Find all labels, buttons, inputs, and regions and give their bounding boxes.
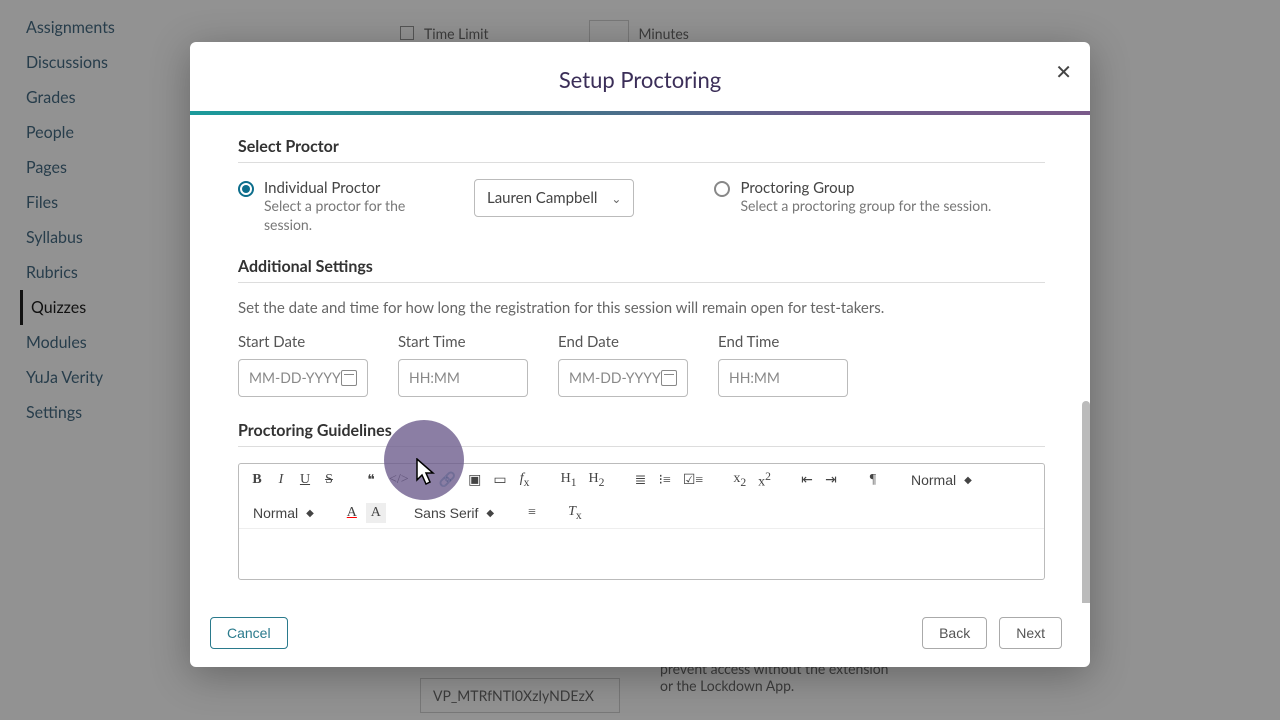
text-color-icon[interactable]: A xyxy=(342,503,362,523)
modal-scrollbar[interactable] xyxy=(1082,401,1090,603)
image-icon[interactable]: ▣ xyxy=(464,470,485,491)
guidelines-heading: Proctoring Guidelines xyxy=(238,421,1045,440)
rte-toolbar: B I U S ❝ </> 🔗 ▣ ▭ fx H1 H2 ≣ xyxy=(239,464,1044,529)
proctor-select[interactable]: Lauren Campbell ⌄ xyxy=(474,179,634,217)
radio-group[interactable] xyxy=(714,181,730,197)
close-icon[interactable]: ✕ xyxy=(1055,60,1072,85)
end-date-placeholder: MM-DD-YYYY xyxy=(569,369,661,386)
outdent-icon[interactable]: ⇤ xyxy=(797,470,817,491)
next-button[interactable]: Next xyxy=(999,617,1062,649)
calendar-icon[interactable] xyxy=(661,370,677,386)
proctor-selected-value: Lauren Campbell xyxy=(487,189,597,207)
font-select[interactable]: Sans Serif ◆ xyxy=(408,503,500,523)
divider xyxy=(238,162,1045,163)
chevron-down-icon: ⌄ xyxy=(611,191,621,206)
additional-help-text: Set the date and time for how long the r… xyxy=(238,299,1045,317)
style-select[interactable]: Normal ◆ xyxy=(247,503,320,523)
modal-title: Setup Proctoring xyxy=(190,66,1090,93)
individual-sub: Select a proctor for the session. xyxy=(264,197,444,235)
start-time-placeholder: HH:MM xyxy=(409,369,460,386)
align-icon[interactable]: ≡ xyxy=(522,503,542,523)
rte-content-area[interactable] xyxy=(239,529,1044,579)
guidelines-editor[interactable]: B I U S ❝ </> 🔗 ▣ ▭ fx H1 H2 ≣ xyxy=(238,463,1045,580)
start-time-label: Start Time xyxy=(398,333,528,351)
indent-icon[interactable]: ⇥ xyxy=(821,470,841,491)
start-date-field: Start Date MM-DD-YYYY xyxy=(238,333,368,397)
bold-icon[interactable]: B xyxy=(247,470,267,490)
divider xyxy=(238,446,1045,447)
divider xyxy=(238,282,1045,283)
end-time-placeholder: HH:MM xyxy=(729,369,780,386)
setup-proctoring-modal: Setup Proctoring ✕ Select Proctor Indivi… xyxy=(190,42,1090,667)
start-time-field: Start Time HH:MM xyxy=(398,333,528,397)
h2-icon[interactable]: H2 xyxy=(585,469,609,491)
end-date-label: End Date xyxy=(558,333,688,351)
group-label: Proctoring Group xyxy=(740,179,991,197)
individual-proctor-option[interactable]: Individual Proctor Select a proctor for … xyxy=(238,179,444,235)
cancel-button[interactable]: Cancel xyxy=(210,617,288,649)
strike-icon[interactable]: S xyxy=(319,470,339,490)
bullet-list-icon[interactable]: ⁝≡ xyxy=(655,470,675,491)
modal-body: Select Proctor Individual Proctor Select… xyxy=(190,115,1090,603)
end-time-input[interactable]: HH:MM xyxy=(718,359,848,397)
end-date-input[interactable]: MM-DD-YYYY xyxy=(558,359,688,397)
underline-icon[interactable]: U xyxy=(295,470,315,490)
check-list-icon[interactable]: ☑≡ xyxy=(679,470,707,491)
cursor-icon xyxy=(416,458,438,486)
end-time-label: End Time xyxy=(718,333,848,351)
select-proctor-heading: Select Proctor xyxy=(238,137,1045,156)
formula-icon[interactable]: fx xyxy=(515,469,535,491)
start-date-input[interactable]: MM-DD-YYYY xyxy=(238,359,368,397)
individual-label: Individual Proctor xyxy=(264,179,444,197)
bg-color-icon[interactable]: A xyxy=(366,503,386,523)
datetime-row: Start Date MM-DD-YYYY Start Time HH:MM E… xyxy=(238,333,1045,397)
additional-settings-heading: Additional Settings xyxy=(238,257,1045,276)
italic-icon[interactable]: I xyxy=(271,470,291,490)
modal-footer: Cancel Back Next xyxy=(190,603,1090,667)
subscript-icon[interactable]: x2 xyxy=(729,469,750,491)
clear-format-icon[interactable]: Tx xyxy=(564,502,586,524)
end-date-field: End Date MM-DD-YYYY xyxy=(558,333,688,397)
start-date-label: Start Date xyxy=(238,333,368,351)
group-sub: Select a proctoring group for the sessio… xyxy=(740,197,991,216)
calendar-icon[interactable] xyxy=(341,370,357,386)
superscript-icon[interactable]: x2 xyxy=(754,468,775,493)
direction-icon[interactable]: ¶ xyxy=(863,470,883,490)
end-time-field: End Time HH:MM xyxy=(718,333,848,397)
radio-individual[interactable] xyxy=(238,181,254,197)
proctoring-group-option[interactable]: Proctoring Group Select a proctoring gro… xyxy=(714,179,991,216)
ordered-list-icon[interactable]: ≣ xyxy=(631,470,651,491)
size-select[interactable]: Normal ◆ xyxy=(905,470,978,490)
back-button[interactable]: Back xyxy=(922,617,987,649)
h1-icon[interactable]: H1 xyxy=(557,469,581,491)
modal-header: Setup Proctoring ✕ xyxy=(190,42,1090,111)
quote-icon[interactable]: ❝ xyxy=(361,470,381,491)
video-icon[interactable]: ▭ xyxy=(489,470,510,491)
start-time-input[interactable]: HH:MM xyxy=(398,359,528,397)
proctor-type-row: Individual Proctor Select a proctor for … xyxy=(238,179,1045,235)
start-date-placeholder: MM-DD-YYYY xyxy=(249,369,341,386)
